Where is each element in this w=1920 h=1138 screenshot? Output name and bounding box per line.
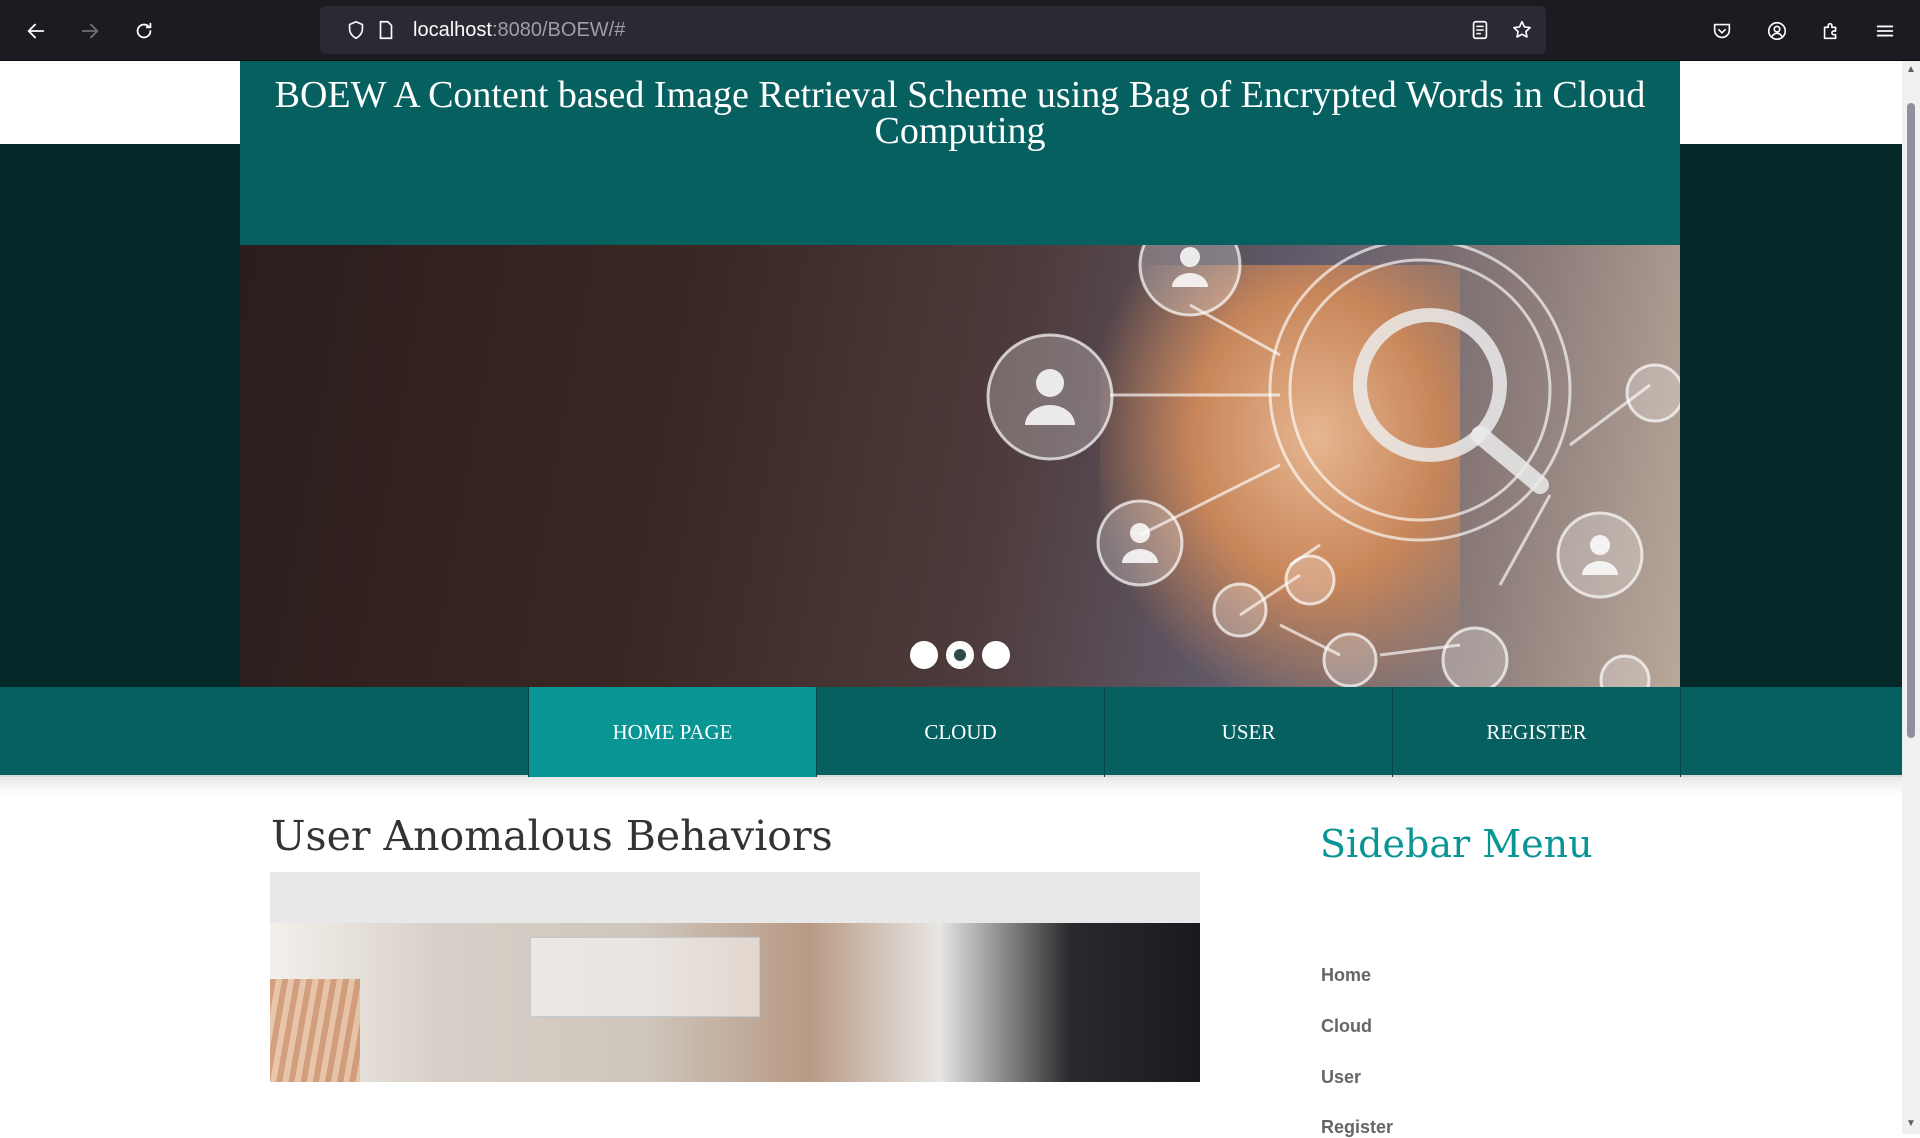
- scroll-thumb[interactable]: [1907, 103, 1915, 738]
- menu-shadow: [0, 777, 1902, 795]
- hamburger-icon: [1876, 25, 1894, 37]
- slider-dots: [240, 641, 1680, 669]
- main-navigation: HOME PAGE CLOUD USER REGISTER: [0, 687, 1902, 777]
- site-header: BOEW A Content based Image Retrieval Sch…: [240, 61, 1680, 245]
- sidebar-link-cloud[interactable]: Cloud: [1321, 1016, 1372, 1037]
- reader-view-icon[interactable]: [1468, 18, 1492, 42]
- forward-button[interactable]: [71, 12, 109, 50]
- slider-dot-2[interactable]: [946, 641, 974, 669]
- slider-dot-3[interactable]: [982, 641, 1010, 669]
- sidebar-link-home[interactable]: Home: [1321, 965, 1371, 986]
- account-button[interactable]: [1758, 12, 1796, 50]
- back-arrow-icon: [27, 23, 45, 39]
- menu-button[interactable]: [1866, 12, 1904, 50]
- page-icon: [374, 18, 398, 42]
- reload-icon: [136, 22, 152, 39]
- sidebar-link-register[interactable]: Register: [1321, 1117, 1393, 1138]
- extensions-button[interactable]: [1812, 12, 1850, 50]
- article-image: [270, 872, 1200, 1082]
- browser-toolbar: localhost:8080/BOEW/#: [0, 0, 1920, 61]
- puzzle-icon: [1823, 22, 1837, 40]
- nav-user[interactable]: USER: [1105, 687, 1393, 777]
- sidebar-link-user[interactable]: User: [1321, 1067, 1361, 1088]
- pocket-button[interactable]: [1703, 12, 1741, 50]
- photo-pencils-graphic: [270, 979, 360, 1082]
- address-bar[interactable]: localhost:8080/BOEW/#: [320, 6, 1546, 54]
- image-slider[interactable]: [240, 245, 1680, 687]
- sidebar-title: Sidebar Menu: [1320, 822, 1593, 866]
- network-search-graphic: [986, 245, 1680, 687]
- nav-home-page[interactable]: HOME PAGE: [529, 687, 817, 777]
- main-heading: User Anomalous Behaviors: [271, 812, 833, 860]
- back-button[interactable]: [17, 12, 55, 50]
- site-title: BOEW A Content based Image Retrieval Sch…: [274, 74, 1646, 152]
- url-text[interactable]: localhost:8080/BOEW/#: [413, 19, 625, 42]
- shield-icon[interactable]: [344, 18, 368, 42]
- nav-register[interactable]: REGISTER: [1393, 687, 1681, 777]
- reload-button[interactable]: [125, 12, 163, 50]
- url-path: :8080/BOEW/#: [491, 19, 626, 41]
- nav-cloud[interactable]: CLOUD: [817, 687, 1105, 777]
- article-photo: [270, 923, 1200, 1082]
- url-host: localhost: [413, 19, 492, 41]
- account-icon: [1767, 21, 1787, 41]
- slider-dot-1[interactable]: [910, 641, 938, 669]
- bookmark-star-icon[interactable]: [1510, 18, 1534, 42]
- scroll-up-icon[interactable]: ▲: [1906, 65, 1916, 75]
- forward-arrow-icon: [81, 23, 99, 39]
- pocket-icon: [1713, 23, 1731, 39]
- scroll-down-icon[interactable]: ▼: [1906, 1119, 1916, 1129]
- page-scrollbar[interactable]: ▲ ▼: [1902, 61, 1920, 1134]
- photo-screen-graphic: [530, 937, 760, 1017]
